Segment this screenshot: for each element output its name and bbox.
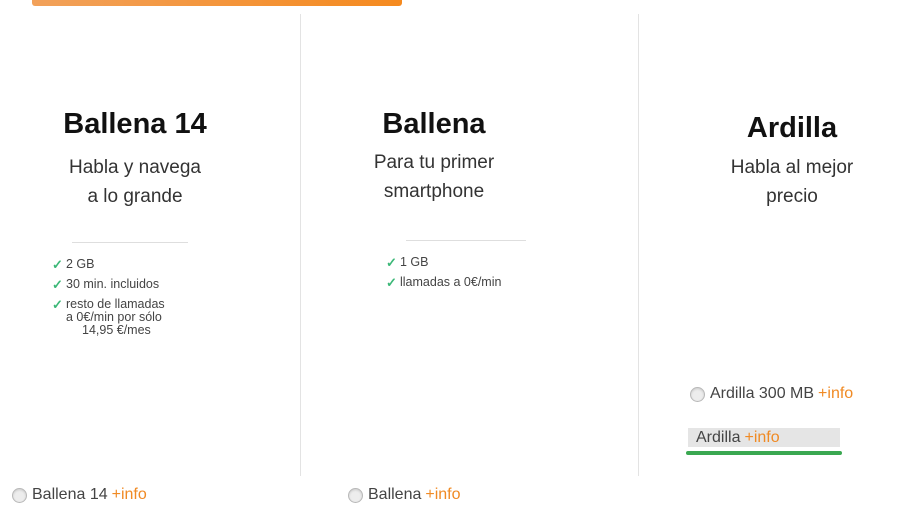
option-label: Ardilla (696, 429, 741, 446)
info-link[interactable]: +info (112, 486, 147, 504)
feature-list: ✓ 2 GB ✓ 30 min. incluidos ✓ resto de llama… (52, 258, 222, 344)
option-label: Ballena 14 (32, 486, 108, 503)
plan-subtitle-line: a lo grande (87, 186, 183, 207)
feature-item: ✓ llamadas a 0€/min (386, 275, 576, 290)
check-icon: ✓ (386, 275, 397, 290)
radio-icon[interactable] (690, 386, 705, 402)
plan-option-ballena[interactable]: Ballena +info (348, 486, 461, 504)
plan-card-ballena: Ballena Para tu primer smartphone ✓ 1 GB … (300, 0, 638, 505)
feature-text: 1 GB (400, 255, 429, 269)
feature-text: 2 GB (66, 257, 95, 271)
plan-subtitle-line: Para tu primer (373, 152, 495, 173)
feature-item: ✓ 30 min. incluidos (52, 277, 222, 292)
plan-subtitle-line: Habla y navega (68, 157, 202, 178)
feature-divider (72, 242, 188, 243)
plan-option-ballena-14[interactable]: Ballena 14 +info (12, 486, 147, 504)
info-link[interactable]: +info (425, 486, 460, 504)
feature-item: ✓ 1 GB (386, 255, 576, 270)
plan-option-ardilla-selected[interactable]: Ardilla +info (688, 428, 840, 447)
plan-subtitle: Habla al mejor precio (668, 153, 916, 211)
feature-text: a 0€/min por sólo (66, 310, 162, 324)
plan-title: Ballena 14 (63, 108, 207, 140)
feature-list: ✓ 1 GB ✓ llamadas a 0€/min (386, 256, 576, 296)
info-link[interactable]: +info (744, 429, 779, 446)
plan-option-ardilla-300mb[interactable]: Ardilla 300 MB +info (690, 385, 853, 403)
plan-title: Ballena (382, 108, 486, 140)
selected-indicator (686, 451, 842, 455)
feature-text: resto de llamadas (66, 297, 165, 311)
feature-text: llamadas a 0€/min (400, 275, 502, 289)
check-icon: ✓ (52, 257, 63, 272)
radio-icon[interactable] (12, 487, 27, 503)
plan-subtitle: Para tu primer smartphone (280, 148, 588, 206)
option-label: Ballena (368, 486, 422, 503)
plan-subtitle-line: precio (766, 186, 818, 207)
check-icon: ✓ (52, 297, 63, 312)
plan-title: Ardilla (746, 112, 838, 144)
feature-text: 14,95 €/mes (82, 323, 151, 337)
option-label: Ardilla 300 MB (710, 385, 815, 402)
info-link[interactable]: +info (818, 385, 853, 403)
plan-subtitle-line: Habla al mejor (730, 157, 854, 178)
check-icon: ✓ (386, 255, 397, 270)
feature-item-continued: 14,95 €/mes (52, 324, 222, 337)
feature-text: 30 min. incluidos (66, 277, 160, 291)
radio-icon[interactable] (348, 487, 363, 503)
plan-subtitle-line: smartphone (383, 181, 485, 202)
plan-subtitle: Habla y navega a lo grande (0, 153, 310, 211)
feature-item: ✓ 2 GB (52, 257, 222, 272)
plan-card-ballena-14: Ballena 14 Habla y navega a lo grande ✓ 2… (0, 0, 300, 505)
feature-divider (406, 240, 526, 241)
check-icon: ✓ (52, 277, 63, 292)
